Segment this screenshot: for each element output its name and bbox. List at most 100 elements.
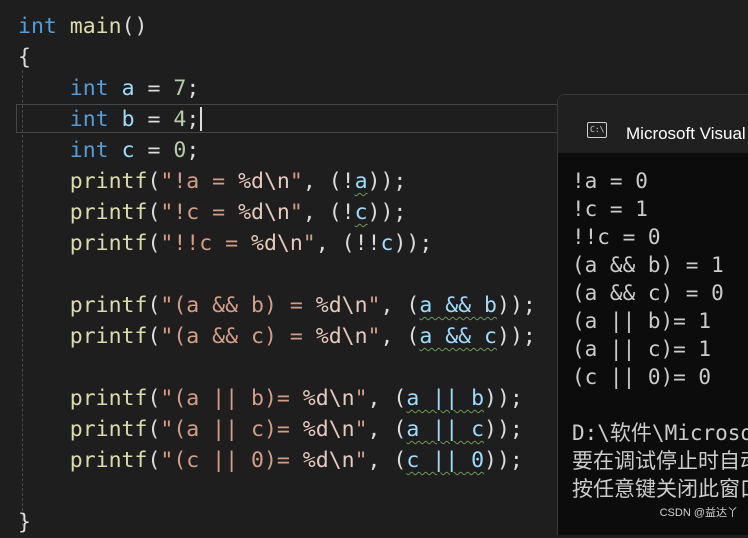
code-line-11[interactable]: printf("(a && c) = %d\n", (a && c)); [18, 321, 536, 352]
string-quote: " [289, 169, 303, 194]
escape-seq: \n [341, 324, 368, 349]
function-name: printf [69, 417, 148, 442]
string-literal: "!a = [160, 169, 239, 194]
code-line-2[interactable]: { [18, 42, 31, 73]
console-output-line: D:\软件\Microsoft Visual Studio [572, 421, 748, 445]
arg-sep: , ( [380, 324, 420, 349]
line-tail: )); [484, 386, 523, 411]
paren: ( [147, 448, 161, 473]
console-output-line: (a || b)= 1 [572, 309, 712, 333]
variable: c [121, 138, 135, 163]
keyword: int [69, 107, 109, 132]
console-output-line: (a && c) = 0 [572, 281, 724, 305]
logical-expression: a || b [406, 386, 485, 411]
console-output-line: !!c = 0 [572, 225, 661, 249]
number: 7 [173, 76, 187, 101]
arg-sep: , ( [367, 448, 407, 473]
format-spec: %d [302, 386, 329, 411]
console-output-line: 按任意键关闭此窗口. . . [572, 477, 748, 501]
logical-expression: a && c [419, 324, 497, 349]
debug-console-window[interactable]: C:\ Microsoft Visual Studio 调试控制台 !a = 0… [557, 94, 748, 535]
console-output-line: (a && b) = 1 [572, 253, 724, 277]
string-quote: " [367, 293, 381, 318]
string-literal: "(a || b)= [160, 386, 303, 411]
code-line-7[interactable]: printf("!c = %d\n", (!c)); [18, 197, 407, 228]
format-spec: %d [251, 231, 277, 256]
code-line-15[interactable]: printf("(c || 0)= %d\n", (c || 0)); [18, 445, 523, 476]
keyword: int [69, 138, 109, 163]
keyword: int [69, 76, 109, 101]
number: 0 [173, 138, 187, 163]
arg-sep: , (! [302, 200, 355, 225]
code-line-5[interactable]: int c = 0; [18, 135, 200, 166]
paren: ( [147, 386, 161, 411]
code-line-1[interactable]: int main() [18, 11, 147, 42]
string-literal: "(a || c)= [160, 417, 303, 442]
line-tail: )); [367, 169, 407, 194]
text-caret [200, 107, 202, 131]
number: 4 [173, 107, 187, 132]
console-output-line: (c || 0)= 0 [572, 365, 712, 389]
code-line-10[interactable]: printf("(a && b) = %d\n", (a && b)); [18, 290, 536, 321]
line-tail: )); [484, 417, 523, 442]
logical-expression: a && b [419, 293, 497, 318]
paren: ( [147, 417, 161, 442]
variable: a [354, 169, 368, 194]
arg-sep: , ( [380, 293, 420, 318]
string-quote: " [367, 324, 381, 349]
semicolon: ; [186, 76, 200, 101]
line-tail: )); [484, 448, 523, 473]
string-quote: " [289, 200, 303, 225]
line-tail: )); [497, 324, 536, 349]
function-name: printf [69, 200, 148, 225]
csdn-watermark: CSDN @益达丫 [659, 507, 738, 519]
escape-seq: \n [328, 448, 355, 473]
code-line-4[interactable]: int b = 4; [18, 104, 200, 135]
escape-seq: \n [263, 200, 290, 225]
close-brace: } [18, 510, 31, 535]
console-titlebar[interactable]: C:\ Microsoft Visual Studio 调试控制台 [558, 95, 748, 153]
arg-sep: , (! [302, 169, 355, 194]
line-tail: )); [367, 200, 407, 225]
code-line-14[interactable]: printf("(a || c)= %d\n", (a || c)); [18, 414, 523, 445]
console-icon: C:\ [587, 122, 607, 138]
variable: b [121, 107, 135, 132]
arg-sep: , (!! [315, 231, 381, 256]
string-literal: "(c || 0)= [160, 448, 303, 473]
console-output-line: !a = 0 [572, 169, 648, 193]
code-line-17[interactable]: } [18, 507, 31, 538]
variable: c [354, 200, 368, 225]
line-tail: )); [393, 231, 433, 256]
function-name: main [69, 14, 122, 39]
string-literal: "(a && c) = [160, 324, 316, 349]
escape-seq: \n [263, 169, 290, 194]
format-spec: %d [315, 324, 342, 349]
logical-expression: a || c [406, 417, 485, 442]
paren: ( [147, 231, 161, 256]
code-line-8[interactable]: printf("!!c = %d\n", (!!c)); [18, 228, 433, 259]
paren: ( [147, 169, 161, 194]
function-name: printf [69, 448, 148, 473]
console-output-line: (a || c)= 1 [572, 337, 712, 361]
string-quote: " [354, 386, 368, 411]
string-literal: "(a && b) = [160, 293, 316, 318]
function-name: printf [69, 293, 148, 318]
semicolon: ; [186, 138, 200, 163]
function-name: printf [69, 386, 148, 411]
escape-seq: \n [328, 386, 355, 411]
function-name: printf [69, 231, 148, 256]
code-line-13[interactable]: printf("(a || b)= %d\n", (a || b)); [18, 383, 523, 414]
paren: ( [147, 200, 161, 225]
arg-sep: , ( [367, 386, 407, 411]
escape-seq: \n [341, 293, 368, 318]
line-tail: )); [497, 293, 536, 318]
paren: ( [147, 324, 161, 349]
string-quote: " [302, 231, 316, 256]
arg-sep: , ( [367, 417, 407, 442]
string-quote: " [354, 417, 368, 442]
code-line-3[interactable]: int a = 7; [18, 73, 200, 104]
code-line-6[interactable]: printf("!a = %d\n", (!a)); [18, 166, 407, 197]
assign-op: = [134, 107, 174, 132]
string-literal: "!!c = [160, 231, 252, 256]
console-output-line: !c = 1 [572, 197, 648, 221]
